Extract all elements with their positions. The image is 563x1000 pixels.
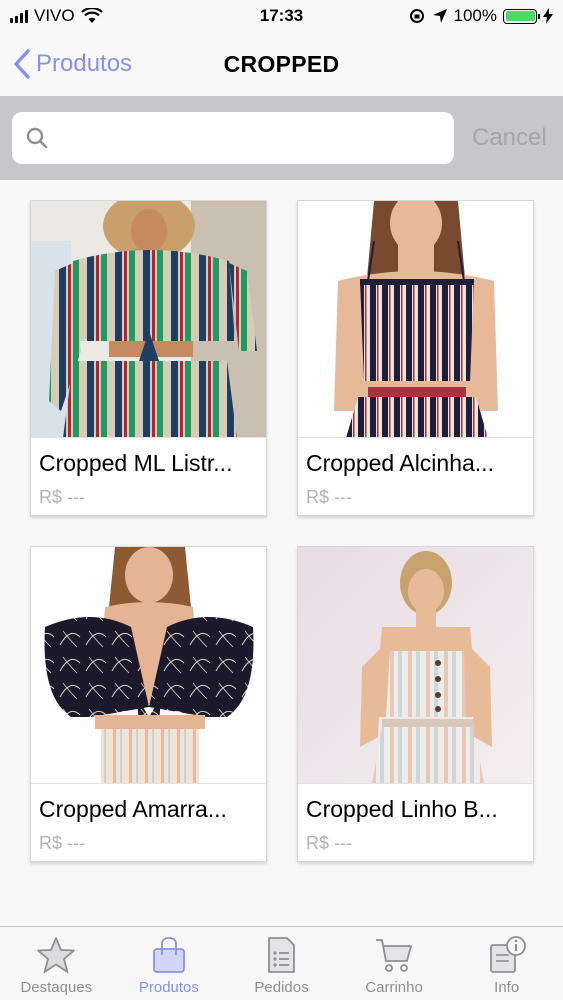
wifi-icon xyxy=(80,8,103,23)
tab-label: Carrinho xyxy=(365,979,423,996)
tab-produtos[interactable]: Produtos xyxy=(113,927,226,1000)
signal-icon xyxy=(10,9,28,23)
battery-icon xyxy=(503,8,540,24)
product-price: R$ --- xyxy=(306,833,352,853)
chevron-left-icon xyxy=(14,49,30,79)
product-card[interactable]: Cropped Linho B... R$ --- xyxy=(297,546,534,862)
product-price: R$ --- xyxy=(306,487,352,507)
tab-bar: Destaques Produtos Pedidos Carrinho Info xyxy=(0,926,563,1000)
tab-destaques[interactable]: Destaques xyxy=(0,927,113,1000)
shopping-bag-icon xyxy=(152,937,185,973)
product-card[interactable]: Cropped Alcinha... R$ --- xyxy=(297,200,534,516)
carrier-label: VIVO xyxy=(34,6,75,25)
product-card[interactable]: Cropped ML Listr... R$ --- xyxy=(30,200,267,516)
tab-carrinho[interactable]: Carrinho xyxy=(338,927,451,1000)
product-price: R$ --- xyxy=(39,833,85,853)
search-input[interactable] xyxy=(56,126,454,150)
product-image xyxy=(31,547,266,784)
tab-pedidos[interactable]: Pedidos xyxy=(225,927,338,1000)
star-icon xyxy=(37,937,76,973)
cancel-button[interactable]: Cancel xyxy=(472,124,547,152)
product-card[interactable]: Cropped Amarra... R$ --- xyxy=(30,546,267,862)
location-icon xyxy=(432,9,447,23)
search-icon xyxy=(26,127,48,149)
tab-label: Destaques xyxy=(20,979,93,996)
cart-icon xyxy=(376,939,412,972)
product-image xyxy=(298,547,533,784)
tab-label: Produtos xyxy=(138,979,199,996)
back-label: Produtos xyxy=(36,50,133,77)
status-bar: VIVO 17:33 100% xyxy=(0,0,563,32)
back-button[interactable]: Produtos xyxy=(12,48,132,80)
product-name: Cropped Alcinha... xyxy=(306,450,494,476)
product-image xyxy=(298,201,533,438)
tab-label: Info xyxy=(494,979,520,996)
product-grid: Cropped ML Listr... R$ --- Cropped Alcin… xyxy=(0,180,563,926)
navigation-bar: Produtos CROPPED xyxy=(0,32,563,96)
product-name: Cropped Amarra... xyxy=(39,796,227,822)
charging-bolt-icon xyxy=(543,8,553,24)
product-name: Cropped Linho B... xyxy=(306,796,498,822)
status-right: 100% xyxy=(408,6,553,26)
search-field[interactable] xyxy=(12,112,454,164)
tab-label: Pedidos xyxy=(254,979,309,996)
orientation-lock-icon xyxy=(409,9,424,23)
product-price: R$ --- xyxy=(39,487,85,507)
status-left: VIVO xyxy=(10,6,408,26)
battery-percent: 100% xyxy=(453,6,497,25)
search-bar: Cancel xyxy=(0,96,563,180)
info-doc-icon xyxy=(489,936,526,973)
tab-info[interactable]: Info xyxy=(450,927,563,1000)
document-list-icon xyxy=(268,937,296,973)
product-name: Cropped ML Listr... xyxy=(39,450,233,476)
product-image xyxy=(31,201,266,438)
